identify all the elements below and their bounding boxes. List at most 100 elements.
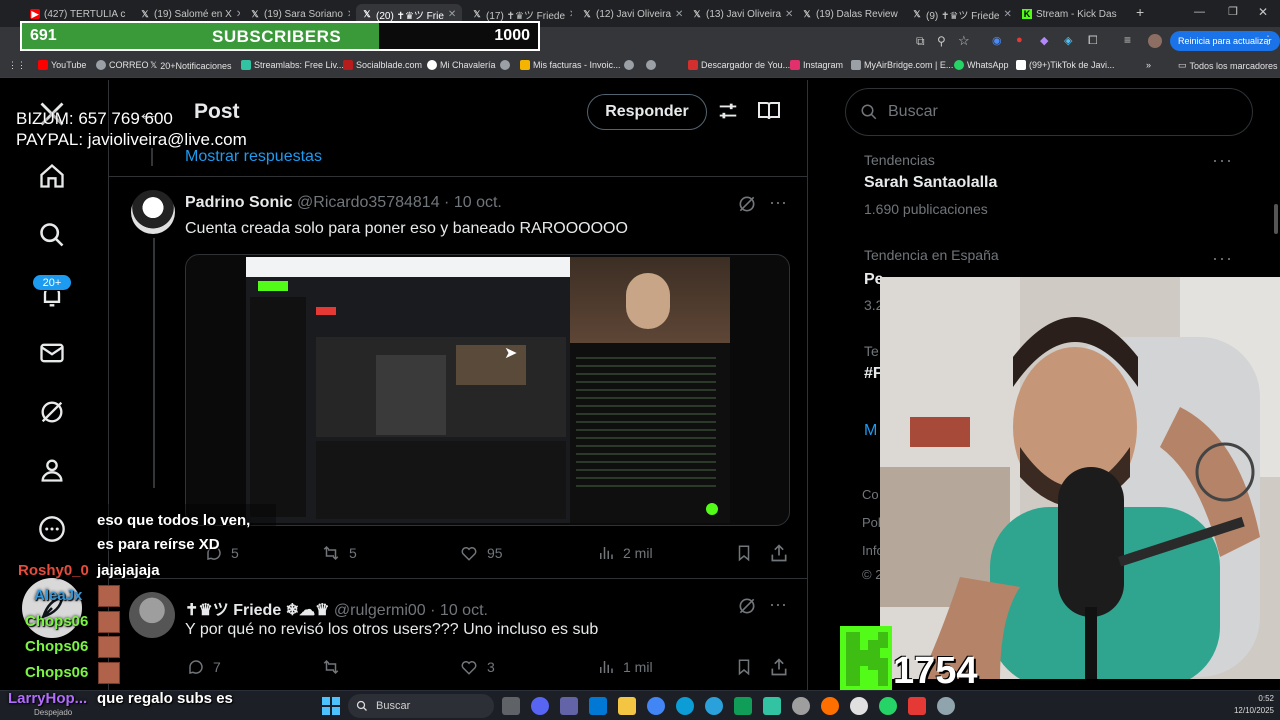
taskbar-time[interactable]: 0:52 xyxy=(1224,694,1274,703)
search-input[interactable] xyxy=(888,103,1218,121)
profile-icon[interactable] xyxy=(36,454,68,486)
like-action[interactable]: 3 xyxy=(459,658,495,676)
browser-tab[interactable]: KStream - Kick Das✕ xyxy=(1016,4,1122,24)
grok-icon[interactable] xyxy=(737,194,757,219)
streamlabs-icon[interactable] xyxy=(763,697,781,715)
app-icon[interactable] xyxy=(850,697,868,715)
close-tab-icon[interactable]: ✕ xyxy=(236,9,240,20)
views-action[interactable]: 2 mil xyxy=(597,544,653,562)
filter-sliders-icon[interactable] xyxy=(717,100,739,127)
footer-link[interactable]: Co xyxy=(862,487,879,502)
views-action[interactable]: 1 mil xyxy=(597,658,653,676)
start-windows-icon[interactable] xyxy=(322,697,340,720)
profile-avatar[interactable] xyxy=(1148,34,1162,48)
bookmark-star-icon[interactable]: ☆ xyxy=(958,33,970,49)
bookmark-icon-only[interactable] xyxy=(646,60,656,70)
weather-label[interactable]: Despejado xyxy=(34,708,72,717)
media-list-icon[interactable]: ≡ xyxy=(1124,33,1131,47)
close-tab-icon[interactable]: ✕ xyxy=(129,9,130,20)
tweet-media-screenshot[interactable]: ➤ xyxy=(185,254,790,526)
bookmark-correo[interactable]: CORREO xyxy=(96,60,149,70)
app-icon[interactable] xyxy=(734,697,752,715)
bookmark-icon-only[interactable] xyxy=(624,60,634,70)
all-bookmarks-folder[interactable]: ▭ Todos los marcadores xyxy=(1178,60,1278,71)
trend-more-icon[interactable]: ··· xyxy=(1212,150,1233,171)
more-dots-icon[interactable]: ··· xyxy=(769,594,787,615)
browser-tab[interactable]: 𝕏 (9) ✝♛ツ Friede ✕ xyxy=(906,4,1012,24)
trend-more-icon[interactable]: ··· xyxy=(1212,248,1233,269)
share-icon[interactable] xyxy=(769,657,789,682)
avatar[interactable] xyxy=(129,592,175,638)
teams-icon[interactable] xyxy=(560,697,578,715)
grok-icon[interactable] xyxy=(36,396,68,428)
outlook-icon[interactable] xyxy=(589,697,607,715)
task-view-icon[interactable] xyxy=(502,697,520,715)
extension-icon[interactable]: ◈ xyxy=(1064,34,1072,47)
extension-icon[interactable]: ● xyxy=(1016,34,1023,46)
browser-tab[interactable]: 𝕏 (13) Javi Oliveira ✕ xyxy=(686,4,792,24)
search-icon[interactable] xyxy=(36,219,68,251)
close-tab-icon[interactable]: ✕ xyxy=(347,9,350,20)
home-icon[interactable] xyxy=(36,160,68,192)
bookmark-icon-only[interactable] xyxy=(500,60,510,70)
bookmark-chavaleria[interactable]: Mi Chavalería xyxy=(427,60,496,70)
bookmark-tiktok[interactable]: (99+)TikTok de Javi... xyxy=(1016,60,1114,70)
bookmark-notifications[interactable]: 𝕏 20+Notificaciones xyxy=(150,60,232,71)
close-tab-icon[interactable]: ✕ xyxy=(569,9,572,20)
app-icon[interactable] xyxy=(821,697,839,715)
more-dots-icon[interactable]: ··· xyxy=(769,192,787,213)
close-window-icon[interactable]: ✕ xyxy=(1258,5,1268,19)
bookmark-myairbridge[interactable]: MyAirBridge.com | E... xyxy=(851,60,953,70)
bookmark-youtube[interactable]: YouTube xyxy=(38,60,86,70)
install-icon[interactable]: ⧉ xyxy=(916,34,925,49)
discord-icon[interactable] xyxy=(531,697,549,715)
browser-tab[interactable]: 𝕏 (12) Javi Oliveira ✕ xyxy=(576,4,682,24)
close-tab-icon[interactable]: ✕ xyxy=(675,9,682,20)
retweet-action[interactable] xyxy=(321,658,349,676)
close-tab-icon[interactable]: ✕ xyxy=(785,9,792,20)
bookmark-icon[interactable] xyxy=(735,543,753,568)
avatar[interactable] xyxy=(131,190,175,234)
bookmark-facturas[interactable]: Mis facturas - Invoic... xyxy=(520,60,621,70)
footer-link[interactable]: Pol xyxy=(862,515,881,530)
more-options-icon[interactable] xyxy=(36,513,68,545)
bookmark-socialblade[interactable]: Socialblade.com xyxy=(343,60,422,70)
grok-icon[interactable] xyxy=(737,596,757,621)
reply-action[interactable]: 7 xyxy=(187,658,221,676)
author-handle[interactable]: @Ricardo35784814 xyxy=(297,194,440,211)
bookmark-descargador[interactable]: Descargador de You... xyxy=(688,60,790,70)
tweet-date[interactable]: · 10 oct. xyxy=(444,194,502,211)
retweet-action[interactable]: 5 xyxy=(321,544,357,562)
chrome-icon[interactable] xyxy=(647,697,665,715)
show-replies-link[interactable]: Mostrar respuestas xyxy=(185,148,322,166)
taskbar-date[interactable]: 12/10/2025 xyxy=(1224,706,1274,715)
close-tab-icon[interactable]: ✕ xyxy=(1121,9,1122,20)
app-icon[interactable] xyxy=(908,697,926,715)
browser-menu-icon[interactable]: ⋮ xyxy=(1262,33,1274,47)
new-tab-icon[interactable]: + xyxy=(1136,4,1144,20)
like-action[interactable]: 95 xyxy=(459,544,503,562)
apps-icon[interactable]: ⋮⋮ xyxy=(8,60,26,71)
app-icon[interactable] xyxy=(792,697,810,715)
close-tab-icon[interactable]: ✕ xyxy=(448,9,456,20)
minimize-icon[interactable]: — xyxy=(1194,6,1205,18)
reader-view-icon[interactable] xyxy=(757,100,781,127)
settings-gear-icon[interactable] xyxy=(937,697,955,715)
taskbar-search[interactable]: Buscar xyxy=(348,694,494,718)
show-more-link[interactable]: M xyxy=(864,422,877,440)
telegram-icon[interactable] xyxy=(705,697,723,715)
messages-icon[interactable] xyxy=(36,337,68,369)
file-explorer-icon[interactable] xyxy=(618,697,636,715)
extension-icon[interactable]: ◉ xyxy=(992,34,1002,47)
extensions-puzzle-icon[interactable]: ⧠ xyxy=(1088,33,1098,48)
author-name[interactable]: ✝♛ツ Friede ❄☁♛ xyxy=(185,602,329,619)
whatsapp-icon[interactable] xyxy=(879,697,897,715)
share-icon[interactable] xyxy=(769,543,789,568)
bookmarks-overflow-icon[interactable]: » xyxy=(1146,60,1151,70)
browser-tab[interactable]: 𝕏(19) Dalas Review✕ xyxy=(796,4,902,24)
trend-name[interactable]: Sarah Santaolalla xyxy=(864,174,997,192)
author-name[interactable]: Padrino Sonic xyxy=(185,194,293,211)
bookmark-instagram[interactable]: Instagram xyxy=(790,60,843,70)
reply-button[interactable]: Responder xyxy=(587,94,707,130)
edge-icon[interactable] xyxy=(676,697,694,715)
